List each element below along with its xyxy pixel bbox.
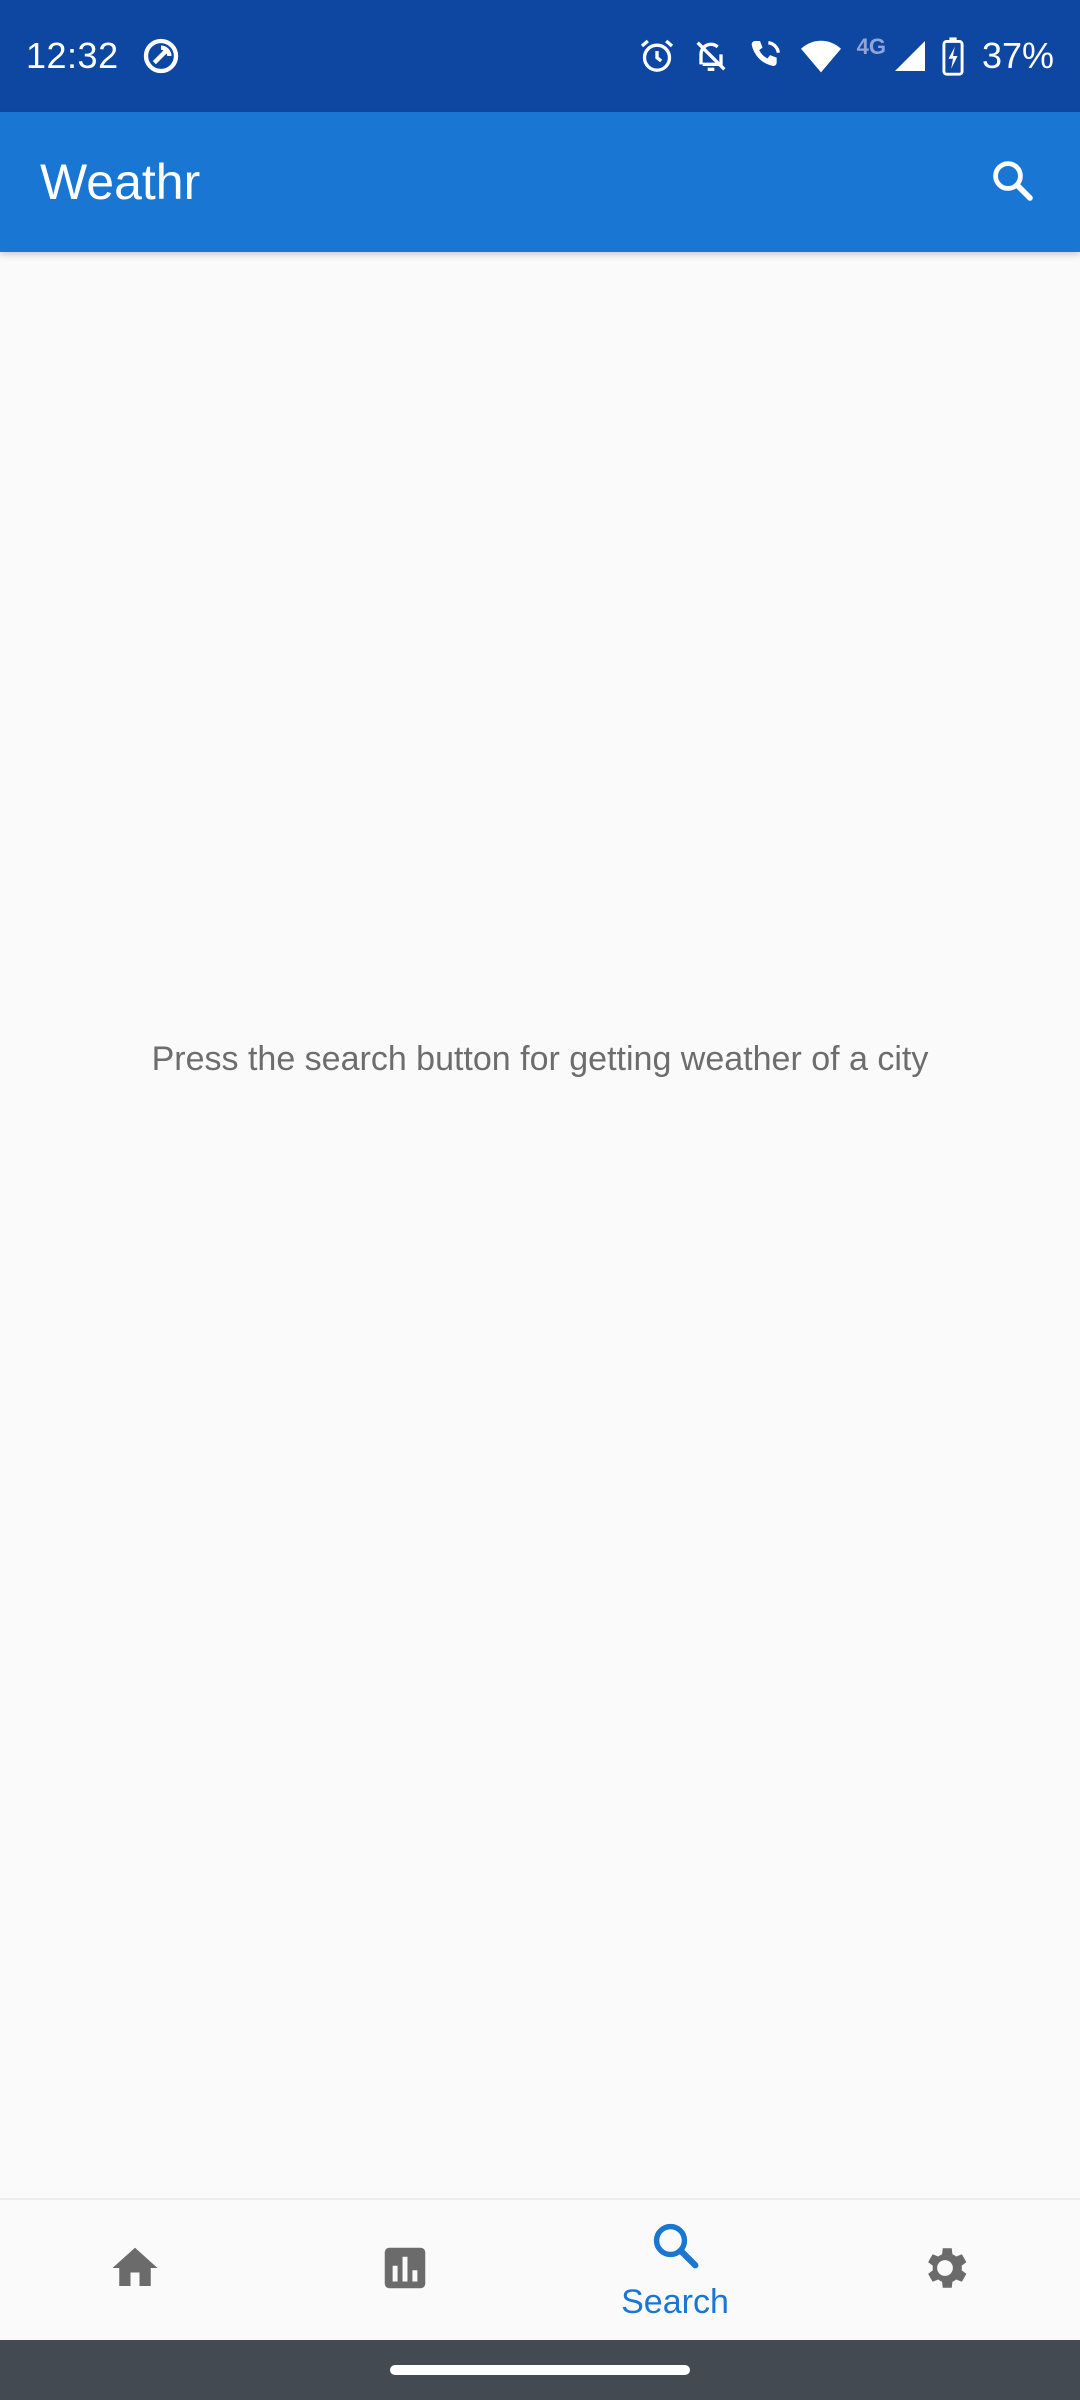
search-icon xyxy=(988,156,1036,209)
nav-item-stats[interactable] xyxy=(270,2200,540,2340)
bar-chart-icon xyxy=(378,2241,432,2300)
alarm-icon xyxy=(637,36,677,76)
nav-item-home[interactable] xyxy=(0,2200,270,2340)
app-bar: Weathr xyxy=(0,112,1080,252)
nav-item-search[interactable]: Search xyxy=(540,2200,810,2340)
empty-state-message: Press the search button for getting weat… xyxy=(151,1040,929,1078)
status-bar: 12:32 4G 37% xyxy=(0,0,1080,112)
search-icon xyxy=(648,2218,702,2277)
nav-label-search: Search xyxy=(621,2283,729,2321)
wifi-calling-icon xyxy=(745,36,785,76)
bottom-navigation: Search xyxy=(0,2198,1080,2340)
settings-icon xyxy=(918,2241,972,2300)
app-title: Weathr xyxy=(40,154,201,210)
nav-item-settings[interactable] xyxy=(810,2200,1080,2340)
system-gesture-bar xyxy=(0,2340,1080,2400)
main-content xyxy=(0,252,1080,2198)
wifi-icon xyxy=(799,36,843,76)
status-time: 12:32 xyxy=(26,35,119,76)
status-left: 12:32 xyxy=(26,35,181,77)
status-right: 4G 37% xyxy=(637,34,1054,77)
battery-charging-icon xyxy=(942,36,964,76)
home-icon xyxy=(108,2241,162,2300)
network-type-label: 4G xyxy=(856,34,886,59)
search-button[interactable] xyxy=(964,134,1060,230)
screen: 12:32 4G 37% Weathr Press the search but… xyxy=(0,0,1080,2400)
battery-percent: 37% xyxy=(981,35,1054,76)
notifications-off-icon xyxy=(691,36,731,76)
data-saver-icon xyxy=(141,36,181,76)
cell-signal-icon xyxy=(892,38,928,74)
home-gesture-handle[interactable] xyxy=(390,2365,690,2375)
